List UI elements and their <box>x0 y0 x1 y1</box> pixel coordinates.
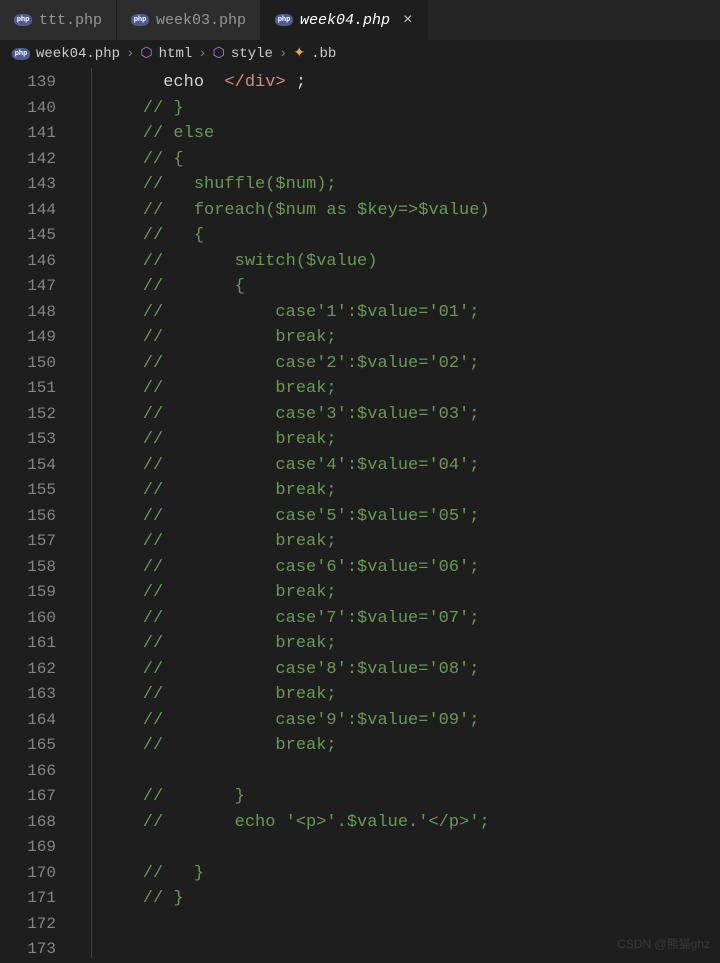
breadcrumb-file: week04.php <box>36 46 120 62</box>
code-line[interactable] <box>102 912 720 938</box>
line-number: 172 <box>0 912 74 938</box>
line-number: 139 <box>0 70 74 96</box>
indent-guide <box>74 68 102 958</box>
line-number: 155 <box>0 478 74 504</box>
line-number: 151 <box>0 376 74 402</box>
line-number: 164 <box>0 708 74 734</box>
code-line[interactable]: // { <box>102 274 720 300</box>
php-icon: php <box>275 14 293 26</box>
code-line[interactable]: // break; <box>102 733 720 759</box>
line-number: 165 <box>0 733 74 759</box>
tab-label: ttt.php <box>39 12 102 29</box>
code-line[interactable]: // break; <box>102 325 720 351</box>
line-number: 152 <box>0 402 74 428</box>
line-number: 173 <box>0 937 74 963</box>
tab-week03[interactable]: php week03.php <box>117 0 261 40</box>
line-number: 149 <box>0 325 74 351</box>
code-line[interactable] <box>102 835 720 861</box>
line-number: 170 <box>0 861 74 887</box>
breadcrumb-leaf: .bb <box>311 46 336 62</box>
breadcrumb-item: html <box>159 46 193 62</box>
tab-ttt[interactable]: php ttt.php <box>0 0 117 40</box>
code-line[interactable]: // break; <box>102 682 720 708</box>
code-line[interactable]: // break; <box>102 376 720 402</box>
line-number: 154 <box>0 453 74 479</box>
line-number: 157 <box>0 529 74 555</box>
line-number: 146 <box>0 249 74 275</box>
code-line[interactable]: // switch($value) <box>102 249 720 275</box>
line-number: 169 <box>0 835 74 861</box>
line-number: 150 <box>0 351 74 377</box>
line-number: 143 <box>0 172 74 198</box>
line-number: 171 <box>0 886 74 912</box>
php-icon: php <box>12 48 30 60</box>
line-number: 166 <box>0 759 74 785</box>
chevron-right-icon: › <box>279 46 287 62</box>
code-line[interactable]: // } <box>102 861 720 887</box>
code-line[interactable]: // case'9':$value='09'; <box>102 708 720 734</box>
line-number: 153 <box>0 427 74 453</box>
line-number: 168 <box>0 810 74 836</box>
tabs-bar: php ttt.php php week03.php php week04.ph… <box>0 0 720 40</box>
code-line[interactable]: // case'1':$value='01'; <box>102 300 720 326</box>
code-line[interactable]: // { <box>102 147 720 173</box>
tab-label: week04.php <box>300 12 390 29</box>
code-line[interactable]: // case'3':$value='03'; <box>102 402 720 428</box>
line-number: 161 <box>0 631 74 657</box>
code-line[interactable]: // case'5':$value='05'; <box>102 504 720 530</box>
line-number: 163 <box>0 682 74 708</box>
code-line[interactable]: // case'8':$value='08'; <box>102 657 720 683</box>
code-line[interactable]: // case'2':$value='02'; <box>102 351 720 377</box>
css-class-icon: ✦ <box>293 45 305 62</box>
line-number: 159 <box>0 580 74 606</box>
code-line[interactable]: // echo '<p>'.$value.'</p>'; <box>102 810 720 836</box>
line-number: 156 <box>0 504 74 530</box>
line-number: 158 <box>0 555 74 581</box>
code-line[interactable]: // break; <box>102 478 720 504</box>
breadcrumbs[interactable]: php week04.php › ⬡ html › ⬡ style › ✦ .b… <box>0 40 720 68</box>
php-icon: php <box>131 14 149 26</box>
chevron-right-icon: › <box>126 46 134 62</box>
code-line[interactable]: // break; <box>102 427 720 453</box>
code-line[interactable]: // foreach($num as $key=>$value) <box>102 198 720 224</box>
tab-label: week03.php <box>156 12 246 29</box>
code-line[interactable]: // } <box>102 886 720 912</box>
code-line[interactable] <box>102 759 720 785</box>
line-number: 141 <box>0 121 74 147</box>
code-line[interactable]: // case'6':$value='06'; <box>102 555 720 581</box>
php-icon: php <box>14 14 32 26</box>
code-line[interactable]: echo </div> ; <box>102 70 720 96</box>
code-line[interactable]: // break; <box>102 631 720 657</box>
code-line[interactable]: // } <box>102 784 720 810</box>
code-content[interactable]: echo </div> ; // } // else // { // shuff… <box>102 68 720 958</box>
watermark: CSDN @熊猫ghz <box>617 935 710 952</box>
code-line[interactable]: // } <box>102 96 720 122</box>
code-line[interactable]: // break; <box>102 529 720 555</box>
line-number: 147 <box>0 274 74 300</box>
editor-area[interactable]: 1391401411421431441451461471481491501511… <box>0 68 720 958</box>
line-number: 142 <box>0 147 74 173</box>
line-number: 140 <box>0 96 74 122</box>
symbol-icon: ⬡ <box>213 45 225 62</box>
line-number: 148 <box>0 300 74 326</box>
code-line[interactable]: // case'4':$value='04'; <box>102 453 720 479</box>
line-number: 145 <box>0 223 74 249</box>
breadcrumb-item: style <box>231 46 273 62</box>
code-line[interactable]: // break; <box>102 580 720 606</box>
code-line[interactable]: // else <box>102 121 720 147</box>
line-number: 167 <box>0 784 74 810</box>
code-line[interactable]: // shuffle($num); <box>102 172 720 198</box>
line-number: 160 <box>0 606 74 632</box>
line-number: 162 <box>0 657 74 683</box>
close-icon[interactable]: × <box>403 11 413 29</box>
code-line[interactable]: // case'7':$value='07'; <box>102 606 720 632</box>
line-number: 144 <box>0 198 74 224</box>
line-number-gutter: 1391401411421431441451461471481491501511… <box>0 68 74 958</box>
tab-week04[interactable]: php week04.php × <box>261 0 428 40</box>
code-line[interactable]: // { <box>102 223 720 249</box>
symbol-icon: ⬡ <box>140 45 152 62</box>
chevron-right-icon: › <box>198 46 206 62</box>
